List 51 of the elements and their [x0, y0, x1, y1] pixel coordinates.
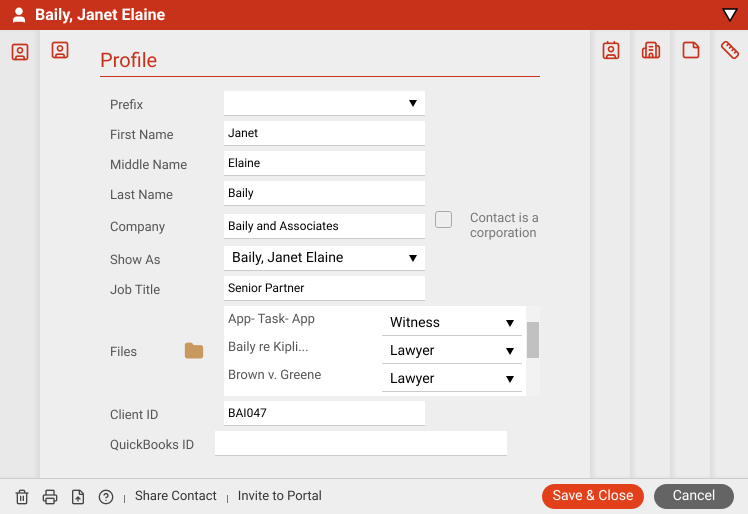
section-title: Profile [100, 45, 540, 77]
file-name[interactable]: App- Task- App [224, 310, 382, 330]
input-field[interactable]: Senior Partner [224, 276, 425, 301]
caret-icon [409, 254, 417, 262]
field-label: Client ID [110, 408, 158, 422]
field-label: Prefix [110, 98, 144, 112]
checkbox[interactable] [435, 211, 452, 228]
input-field[interactable]: Baily [224, 181, 425, 206]
profile-icon [50, 40, 70, 60]
input-field[interactable]: Baily and Associates [224, 214, 425, 238]
person-icon [10, 6, 28, 24]
caret-icon [506, 376, 514, 383]
select-field[interactable]: Baily, Janet Elaine [224, 246, 425, 271]
input-field[interactable]: BAI047 [224, 401, 425, 426]
field-label: QuickBooks ID [110, 438, 194, 452]
delete-icon[interactable] [14, 488, 30, 504]
save-close-button[interactable]: Save & Close [542, 484, 644, 509]
file-name[interactable]: Baily re Kipli... [224, 338, 382, 358]
select-field[interactable] [224, 91, 425, 116]
scrollbar[interactable] [526, 306, 540, 396]
field-label: Files [110, 345, 138, 360]
note-icon[interactable] [680, 40, 700, 60]
checkbox-label: Contact is a corporation [470, 211, 540, 241]
footer-link[interactable]: Share Contact [135, 486, 217, 506]
building-icon[interactable] [640, 40, 660, 60]
input-field[interactable]: Elaine [224, 151, 425, 176]
ruler-icon[interactable] [720, 40, 740, 60]
caret-icon [506, 320, 514, 327]
export-icon[interactable] [70, 488, 86, 504]
print-icon[interactable] [42, 488, 58, 504]
field-label: Job Title [110, 282, 160, 298]
role-select[interactable]: Witness [382, 312, 522, 336]
input-field[interactable] [215, 431, 507, 456]
field-label: Last Name [110, 188, 173, 202]
role-select[interactable]: Lawyer [382, 340, 522, 364]
field-label: Show As [110, 252, 160, 268]
role-select[interactable]: Lawyer [382, 368, 522, 392]
file-name[interactable]: Brown v. Greene [224, 366, 382, 386]
dropdown-icon[interactable] [722, 8, 738, 22]
window-title: Baily, Janet Elaine [35, 4, 166, 26]
footer-link[interactable]: Invite to Portal [238, 486, 322, 506]
caret-icon [506, 348, 514, 355]
field-label: First Name [110, 128, 174, 142]
contact-card-icon[interactable] [600, 40, 620, 60]
help-icon[interactable] [98, 488, 114, 504]
field-label: Company [110, 220, 165, 235]
input-field[interactable]: Janet [224, 121, 425, 146]
select-value: Baily, Janet Elaine [232, 248, 344, 268]
field-label: Middle Name [110, 158, 188, 172]
cancel-button[interactable]: Cancel [654, 484, 734, 509]
caret-icon [409, 100, 417, 106]
